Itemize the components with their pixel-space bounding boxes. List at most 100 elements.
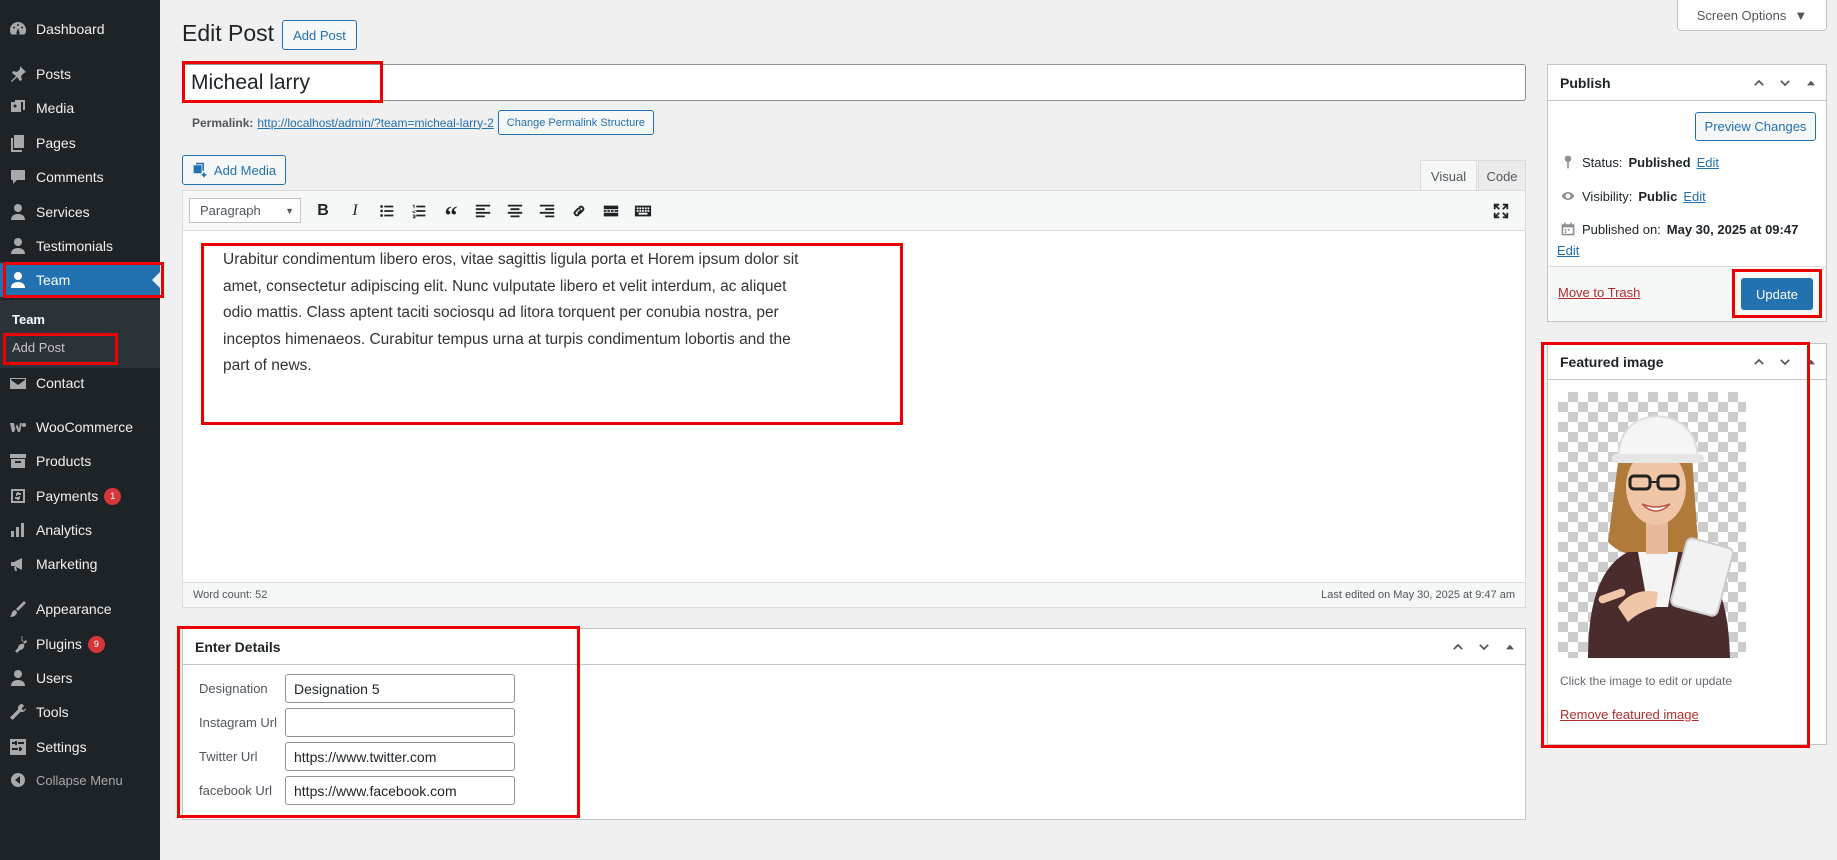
permalink-link[interactable]: http://localhost/admin/?team=micheal-lar… <box>257 116 493 130</box>
sidebar-item-label: WooCommerce <box>36 419 133 435</box>
sidebar-item-appearance[interactable]: Appearance <box>0 592 160 626</box>
enter-details-box: Enter Details Designation Designation 5 … <box>182 628 1526 820</box>
featured-image-hint: Click the image to edit or update <box>1560 674 1733 688</box>
instagram-url-input[interactable] <box>285 708 515 737</box>
sidebar-item-woocommerce[interactable]: WooCommerce <box>0 410 160 444</box>
editor-status-bar: Word count: 52 Last edited on May 30, 20… <box>183 582 1525 607</box>
edit-date-link[interactable]: Edit <box>1557 243 1579 258</box>
user-icon <box>0 236 36 256</box>
caret-down-icon: ▼ <box>285 205 294 216</box>
align-left-icon[interactable] <box>467 196 499 226</box>
submenu-item-add-post[interactable]: Add Post <box>12 340 65 355</box>
sidebar-item-posts[interactable]: Posts <box>0 57 160 91</box>
preview-changes-button[interactable]: Preview Changes <box>1695 112 1816 141</box>
add-media-label: Add Media <box>213 162 277 178</box>
dashboard-icon <box>0 19 36 39</box>
numbered-list-icon[interactable] <box>403 196 435 226</box>
collapse-menu-button[interactable]: Collapse Menu <box>0 763 160 797</box>
move-up-icon[interactable] <box>1447 639 1469 655</box>
remove-featured-image-link[interactable]: Remove featured image <box>1560 707 1699 722</box>
update-button[interactable]: Update <box>1741 278 1813 310</box>
sidebar-item-plugins[interactable]: Plugins 9 <box>0 627 160 661</box>
bulleted-list-icon[interactable] <box>371 196 403 226</box>
twitter-url-input[interactable]: https://www.twitter.com <box>285 742 515 771</box>
sidebar-item-contact[interactable]: Contact <box>0 366 160 400</box>
published-on-label: Published on: <box>1582 221 1661 237</box>
facebook-url-input[interactable]: https://www.facebook.com <box>285 776 515 805</box>
edit-visibility-link[interactable]: Edit <box>1683 189 1705 204</box>
featured-image-box: Featured image Click the image to edit o… <box>1547 343 1827 745</box>
edit-status-link[interactable]: Edit <box>1697 155 1719 170</box>
sidebar-item-products[interactable]: Products <box>0 444 160 478</box>
sidebar-item-testimonials[interactable]: Testimonials <box>0 229 160 263</box>
add-media-icon <box>193 162 207 178</box>
sidebar-item-label: Plugins <box>36 636 82 652</box>
publish-actions: Move to Trash Update <box>1548 266 1826 321</box>
paragraph-format-select[interactable]: Paragraph ▼ <box>189 198 301 223</box>
keyboard-icon[interactable] <box>627 196 659 226</box>
toggle-panel-icon[interactable] <box>1800 75 1822 91</box>
sidebar-item-pages[interactable]: Pages <box>0 126 160 160</box>
change-permalink-button[interactable]: Change Permalink Structure <box>497 110 654 135</box>
pin-icon <box>1564 155 1572 169</box>
move-down-icon[interactable] <box>1473 639 1495 655</box>
calendar-icon <box>1561 222 1575 236</box>
twitter-label: Twitter Url <box>199 749 258 764</box>
payments-count-badge: 1 <box>104 487 122 505</box>
sidebar-item-label: Pages <box>36 135 76 151</box>
collapse-menu-label: Collapse Menu <box>36 772 123 788</box>
comments-icon <box>0 167 36 187</box>
tab-code[interactable]: Code <box>1478 160 1526 191</box>
pages-icon <box>0 133 36 153</box>
align-right-icon[interactable] <box>531 196 563 226</box>
read-more-icon[interactable] <box>595 196 627 226</box>
submenu-item-team[interactable]: Team <box>12 312 45 327</box>
move-to-trash-link[interactable]: Move to Trash <box>1558 285 1640 300</box>
instagram-row: Instagram Url <box>199 708 515 737</box>
tab-visual[interactable]: Visual <box>1420 160 1477 191</box>
move-up-icon[interactable] <box>1748 354 1770 370</box>
sidebar-item-label: Products <box>36 453 92 469</box>
toggle-panel-icon[interactable] <box>1499 639 1521 655</box>
page-title: Edit Post <box>182 20 275 46</box>
toggle-panel-icon[interactable] <box>1800 354 1822 370</box>
sidebar-item-label: Comments <box>36 169 104 185</box>
eye-icon <box>1561 192 1575 200</box>
pin-icon <box>0 64 36 84</box>
sidebar-item-marketing[interactable]: Marketing <box>0 547 160 581</box>
sidebar-item-services[interactable]: Services <box>0 195 160 229</box>
sidebar-item-analytics[interactable]: Analytics <box>0 513 160 547</box>
add-post-button[interactable]: Add Post <box>282 20 357 50</box>
sidebar-item-media[interactable]: Media <box>0 91 160 125</box>
align-center-icon[interactable] <box>499 196 531 226</box>
fullscreen-icon[interactable] <box>1485 196 1517 226</box>
bold-icon[interactable]: B <box>307 196 339 226</box>
designation-input[interactable]: Designation 5 <box>285 674 515 703</box>
link-icon[interactable] <box>563 196 595 226</box>
permalink-label: Permalink: <box>192 115 254 130</box>
published-on-value: May 30, 2025 at 09:47 <box>1666 221 1799 237</box>
wrench-icon <box>0 702 36 722</box>
post-content-text[interactable]: Urabitur condimentum libero eros, vitae … <box>223 247 803 380</box>
brush-icon <box>0 599 36 619</box>
sidebar-item-comments[interactable]: Comments <box>0 160 160 194</box>
email-icon <box>0 373 36 393</box>
post-title-input[interactable] <box>182 64 1526 101</box>
italic-icon[interactable]: I <box>339 196 371 226</box>
sidebar-item-payments[interactable]: Payments 1 <box>0 479 160 513</box>
media-icon <box>0 98 36 118</box>
sidebar-item-users[interactable]: Users <box>0 661 160 695</box>
move-down-icon[interactable] <box>1774 354 1796 370</box>
sidebar-item-tools[interactable]: Tools <box>0 695 160 729</box>
move-up-icon[interactable] <box>1748 75 1770 91</box>
sidebar-item-settings[interactable]: Settings <box>0 730 160 764</box>
featured-image-thumbnail[interactable] <box>1558 392 1746 658</box>
add-media-button[interactable]: Add Media <box>182 155 286 185</box>
sidebar-item-label: Settings <box>36 739 87 755</box>
screen-options-button[interactable]: Screen Options ▼ <box>1677 0 1827 31</box>
sidebar-item-label: Dashboard <box>36 21 105 37</box>
sidebar-item-dashboard[interactable]: Dashboard <box>0 12 160 46</box>
move-down-icon[interactable] <box>1774 75 1796 91</box>
sidebar-item-team[interactable]: Team <box>0 263 160 297</box>
blockquote-icon[interactable]: “ <box>435 196 467 230</box>
